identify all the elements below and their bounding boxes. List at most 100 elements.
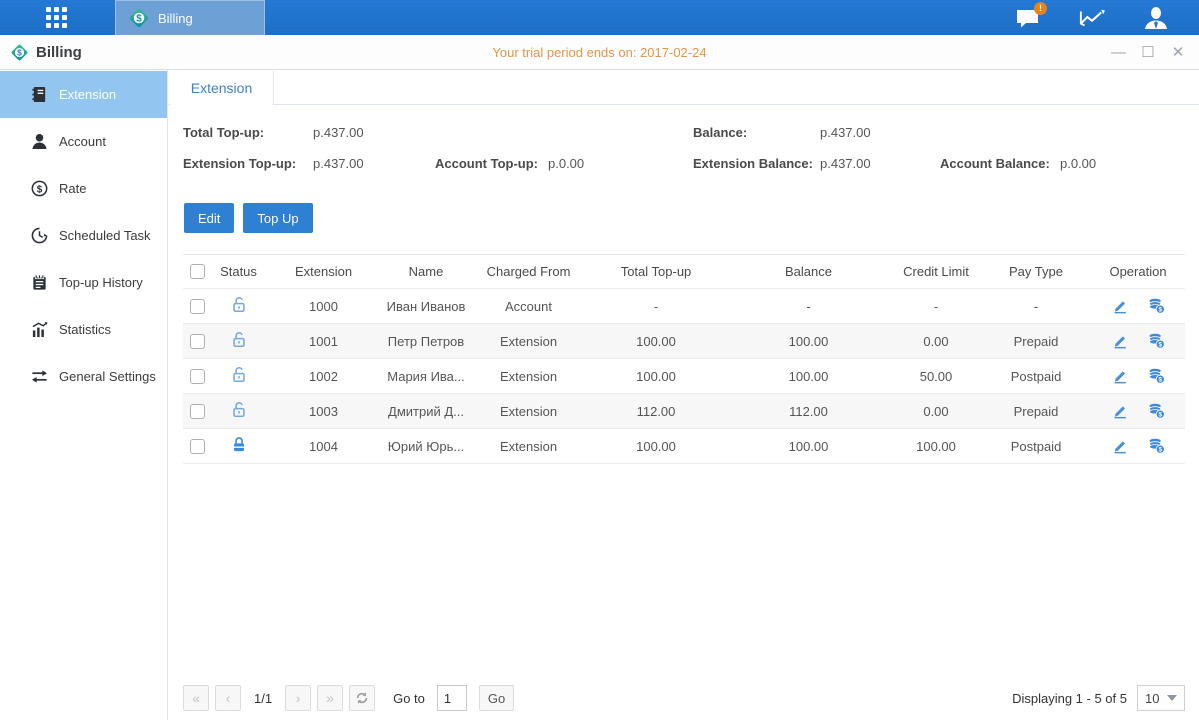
row-checkbox[interactable] — [190, 369, 205, 384]
charged-from-cell: Extension — [471, 439, 586, 454]
extension-balance-label: Extension Balance: — [693, 156, 820, 171]
apps-grid-icon — [46, 7, 67, 28]
name-cell: Дмитрий Д... — [381, 404, 471, 419]
next-page-button[interactable]: › — [285, 685, 311, 711]
window-maximize-button[interactable]: ☐ — [1141, 45, 1155, 60]
goto-page-input[interactable] — [437, 685, 467, 711]
col-total-topup: Total Top-up — [586, 264, 726, 279]
edit-row-icon[interactable] — [1111, 297, 1129, 315]
edit-row-icon[interactable] — [1111, 402, 1129, 420]
tab-extension[interactable]: Extension — [170, 71, 274, 105]
name-cell: Иван Иванов — [381, 299, 471, 314]
row-checkbox[interactable] — [190, 439, 205, 454]
sidebar-item-extension[interactable]: Extension — [0, 71, 167, 118]
extension-table: Status Extension Name Charged From Total… — [183, 254, 1185, 464]
edit-row-icon[interactable] — [1111, 367, 1129, 385]
svg-text:$: $ — [1158, 342, 1162, 349]
top-up-row-icon[interactable]: $ — [1147, 402, 1166, 420]
billing-tab-label: Billing — [158, 11, 193, 26]
pay-type-cell: Prepaid — [981, 334, 1091, 349]
sidebar-item-scheduled-task[interactable]: Scheduled Task — [0, 212, 167, 259]
table-footer: « ‹ 1/1 › » Go to Go Displayi — [183, 685, 1185, 711]
top-up-button[interactable]: Top Up — [243, 203, 312, 233]
window-title-bar: $ Billing Your trial period ends on: 201… — [0, 35, 1199, 70]
svg-text:$: $ — [1158, 307, 1162, 314]
svg-text:$: $ — [1158, 412, 1162, 419]
billing-app-tab[interactable]: $ Billing — [115, 0, 265, 35]
notification-badge: ! — [1034, 2, 1047, 15]
sidebar-item-rate[interactable]: $ Rate — [0, 165, 167, 212]
reports-button[interactable] — [1079, 6, 1105, 30]
window-title: Billing — [36, 44, 82, 61]
first-page-button[interactable]: « — [183, 685, 209, 711]
svg-text:$: $ — [1158, 377, 1162, 384]
page-size-select[interactable]: 10 — [1137, 685, 1185, 711]
table-row: 1004 Юрий Юрь... Extension 100.00 100.00… — [183, 429, 1185, 464]
table-row: 1000 Иван Иванов Account - - - - $ — [183, 289, 1185, 324]
edit-row-icon[interactable] — [1111, 332, 1129, 350]
name-cell: Юрий Юрь... — [381, 439, 471, 454]
row-checkbox[interactable] — [190, 299, 205, 314]
table-row: 1001 Петр Петров Extension 100.00 100.00… — [183, 324, 1185, 359]
status-lock-icon — [211, 365, 266, 387]
row-checkbox[interactable] — [190, 334, 205, 349]
ledger-icon — [31, 86, 48, 103]
prev-page-button[interactable]: ‹ — [215, 685, 241, 711]
top-up-row-icon[interactable]: $ — [1147, 297, 1166, 315]
account-button[interactable] — [1143, 6, 1169, 30]
col-extension: Extension — [266, 264, 381, 279]
top-up-row-icon[interactable]: $ — [1147, 367, 1166, 385]
table-header: Status Extension Name Charged From Total… — [183, 254, 1185, 289]
charged-from-cell: Extension — [471, 369, 586, 384]
col-credit-limit: Credit Limit — [891, 264, 981, 279]
sidebar-item-label: Statistics — [59, 322, 111, 337]
name-cell: Мария Ива... — [381, 369, 471, 384]
tab-bar: Extension — [168, 70, 1199, 105]
billing-diamond-icon: $ — [128, 7, 150, 29]
charged-from-cell: Account — [471, 299, 586, 314]
user-icon — [1143, 6, 1169, 30]
account-balance-label: Account Balance: — [940, 156, 1060, 171]
sidebar-item-topup-history[interactable]: Top-up History — [0, 259, 167, 306]
status-lock-icon — [211, 330, 266, 352]
refresh-button[interactable] — [349, 685, 375, 711]
sidebar-item-statistics[interactable]: Statistics — [0, 306, 167, 353]
notepad-icon — [31, 274, 48, 291]
top-up-row-icon[interactable]: $ — [1147, 332, 1166, 350]
bar-chart-icon — [31, 321, 48, 338]
pay-type-cell: - — [981, 299, 1091, 314]
balance-value: p.437.00 — [820, 125, 940, 140]
line-chart-icon — [1079, 7, 1105, 29]
transfer-arrows-icon — [31, 368, 48, 385]
pay-type-cell: Postpaid — [981, 439, 1091, 454]
total-topup-cell: 100.00 — [586, 439, 726, 454]
go-button[interactable]: Go — [479, 685, 514, 711]
balance-cell: 112.00 — [726, 404, 891, 419]
status-lock-icon — [211, 435, 266, 457]
extension-topup-value: p.437.00 — [313, 156, 435, 171]
edit-button[interactable]: Edit — [184, 203, 234, 233]
refresh-icon — [355, 691, 369, 705]
total-topup-cell: 100.00 — [586, 369, 726, 384]
balance-cell: 100.00 — [726, 334, 891, 349]
sidebar-item-account[interactable]: Account — [0, 118, 167, 165]
balance-cell: - — [726, 299, 891, 314]
extension-topup-label: Extension Top-up: — [183, 156, 313, 171]
select-all-checkbox[interactable] — [190, 264, 205, 279]
col-balance: Balance — [726, 264, 891, 279]
row-checkbox[interactable] — [190, 404, 205, 419]
status-lock-icon — [211, 295, 266, 317]
total-topup-cell: 112.00 — [586, 404, 726, 419]
edit-row-icon[interactable] — [1111, 437, 1129, 455]
sidebar-item-general-settings[interactable]: General Settings — [0, 353, 167, 400]
extension-cell: 1004 — [266, 439, 381, 454]
total-topup-cell: 100.00 — [586, 334, 726, 349]
window-close-button[interactable]: ✕ — [1171, 45, 1185, 60]
last-page-button[interactable]: » — [317, 685, 343, 711]
messages-button[interactable]: ! — [1015, 6, 1041, 30]
apps-grid-button[interactable] — [28, 0, 84, 35]
charged-from-cell: Extension — [471, 334, 586, 349]
top-up-row-icon[interactable]: $ — [1147, 437, 1166, 455]
goto-label: Go to — [393, 691, 425, 706]
window-minimize-button[interactable]: — — [1111, 45, 1125, 60]
